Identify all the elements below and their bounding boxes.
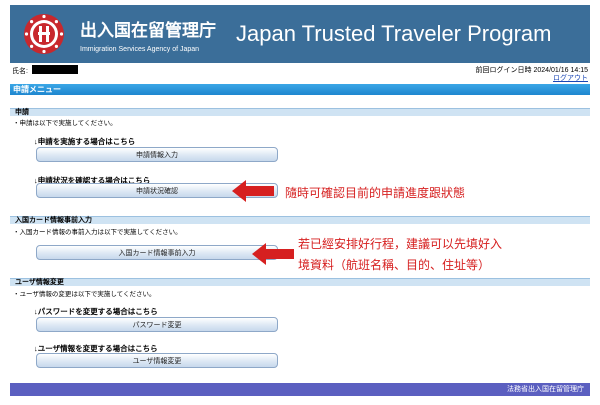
agency-name-jp: 出入国在留管理庁 (80, 21, 216, 41)
redacted-name (32, 65, 78, 74)
change-password-button[interactable]: パスワード変更 (36, 317, 278, 332)
change-user-info-button[interactable]: ユーザ情報変更 (36, 353, 278, 368)
site-footer: 法務省出入国在留管理庁 (10, 383, 590, 396)
red-arrow-icon (252, 243, 294, 265)
apply-info-button[interactable]: 申請情報入力 (36, 147, 278, 162)
arrival-card-description: ・入国カード情報の事前入力は以下で実施してください。 (13, 229, 182, 236)
site-header: 出入国在留管理庁 Immigration Services Agency of … (10, 5, 590, 63)
user-bar: 氏名: 前回ログイン日時 2024/01/16 14:15 ログアウト (10, 64, 590, 83)
arrival-annotation-line1: 若已經安排好行程，建議可以先填好入 (298, 237, 503, 251)
application-description: ・申請は以下で実施してください。 (13, 120, 117, 127)
section-title-user-info: ユーザ情報変更 (10, 278, 590, 286)
user-info-description: ・ユーザ情報の変更は以下で実施してください。 (13, 291, 156, 298)
red-arrow-icon (232, 180, 274, 202)
password-heading: ↓パスワードを変更する場合はこちら (34, 307, 158, 316)
apply-heading: ↓申請を実施する場合はこちら (34, 137, 136, 146)
name-label: 氏名: (12, 68, 28, 75)
section-title-arrival-card: 入国カード情報事前入力 (10, 216, 590, 224)
logout-link[interactable]: ログアウト (553, 73, 588, 83)
section-title-application: 申請 (10, 108, 590, 116)
arrival-card-input-button[interactable]: 入国カード情報事前入力 (36, 245, 278, 260)
program-title: Japan Trusted Traveler Program (236, 21, 552, 46)
arrival-annotation-line2: 境資料（航班名稱、目的、住址等） (298, 258, 491, 272)
agency-name-en: Immigration Services Agency of Japan (80, 46, 200, 53)
agency-emblem-icon (24, 14, 64, 54)
status-annotation: 隨時可確認目前的申請進度跟狀態 (285, 186, 466, 200)
menu-title-bar: 申請メニュー (10, 84, 590, 95)
